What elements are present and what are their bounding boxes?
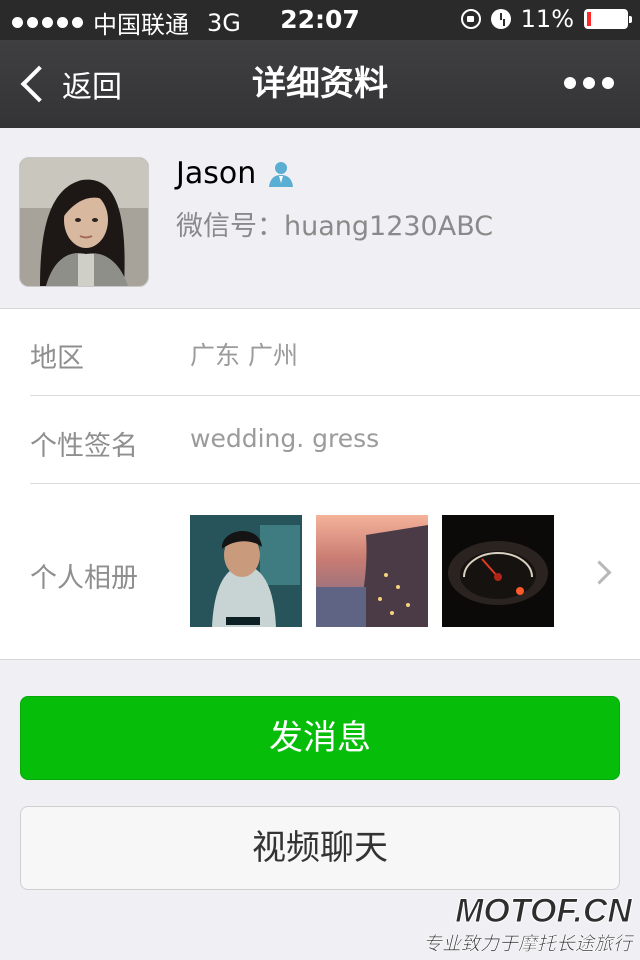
svg-text:MOTOF.CN: MOTOF.CN [455,892,633,930]
info-list: 地区 广东 广州 个性签名 wedding. gress 个人相册 [0,309,640,660]
region-row: 地区 广东 广州 [30,309,640,396]
region-label: 地区 [30,343,84,374]
profile-header: Jason 微信号：huang1230ABC [0,128,640,309]
battery-level [587,12,591,26]
album-photo[interactable] [316,515,428,627]
send-message-button[interactable]: 发消息 [20,696,620,780]
album-photo-image [316,515,428,627]
contact-person-icon [269,161,294,187]
album-photo[interactable] [190,515,302,627]
profile-name-text: Jason [176,156,257,191]
rotation-lock-icon [460,9,481,29]
region-value: 广东 广州 [190,341,298,370]
battery-percent: 11% [520,5,574,33]
more-dot [602,77,614,89]
wechat-id: 微信号：huang1230ABC [176,211,494,242]
video-chat-button[interactable]: 视频聊天 [20,806,620,890]
more-dots-icon [564,77,576,89]
svg-text:专业致力于摩托长途旅行: 专业致力于摩托长途旅行 [423,933,635,955]
album-photo-image [442,515,554,627]
chevron-right-icon[interactable] [587,560,612,585]
nav-bar: 返回 详细资料 [0,40,640,128]
album-photo[interactable] [442,515,554,627]
album-label: 个人相册 [30,563,138,594]
more-dot [583,77,595,89]
alarm-icon [490,9,511,29]
album-photos [190,515,554,627]
album-row[interactable]: 个人相册 [30,484,640,659]
page-title: 详细资料 [252,64,388,104]
watermark-logo: MOTOF.CN 专业致力于摩托长途旅行 [423,892,636,956]
avatar[interactable] [19,157,149,287]
album-photo-image [190,515,302,627]
status-right: 11% [460,5,632,33]
avatar-image [20,158,148,286]
signature-value: wedding. gress [190,424,380,453]
more-button[interactable] [564,77,614,89]
profile-name: Jason [176,156,296,191]
battery-icon [584,9,632,29]
signature-label: 个性签名 [30,431,138,462]
signature-row: 个性签名 wedding. gress [30,396,640,484]
status-bar: 中国联通 3G 22:07 11% [0,0,640,40]
